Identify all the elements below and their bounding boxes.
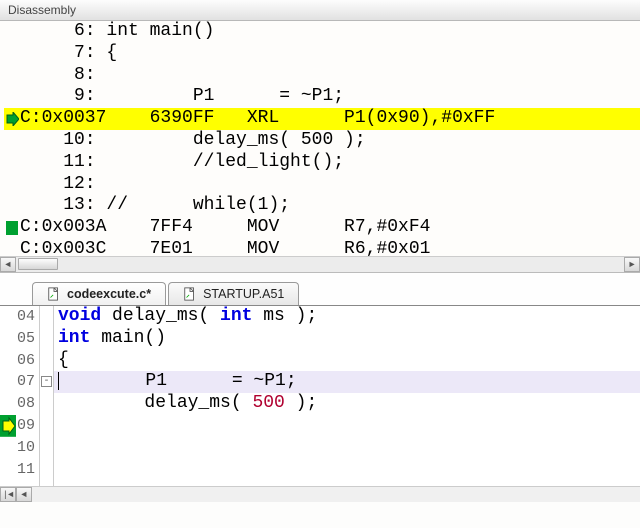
line-number: 11	[0, 459, 39, 481]
code-area[interactable]: void delay_ms( int ms );int main(){ P1 =…	[54, 306, 640, 486]
disasm-line[interactable]: C:0x003C 7E01 MOV R6,#0x01	[4, 239, 640, 256]
code-line[interactable]: {	[54, 350, 640, 372]
disassembly-title: Disassembly	[0, 0, 640, 21]
scroll-thumb[interactable]	[18, 258, 58, 270]
file-icon	[183, 287, 197, 301]
fold-toggle-icon[interactable]: -	[41, 376, 52, 387]
code-line[interactable]: delay_ms( 500 );	[54, 393, 640, 415]
disasm-line[interactable]: 13: // while(1);	[4, 195, 640, 217]
source-editor[interactable]: 0405060708091011 - void delay_ms( int ms…	[0, 306, 640, 486]
current-line-arrow-icon	[0, 415, 16, 437]
tab-startup-a51[interactable]: STARTUP.A51	[168, 282, 299, 305]
editor-tabbar: codeexcute.c* STARTUP.A51	[0, 272, 640, 306]
disasm-line[interactable]: 7: {	[4, 43, 640, 65]
editor-scrollbar[interactable]: |◄ ◄	[0, 486, 640, 502]
current-line-arrow-icon	[4, 108, 20, 130]
scroll-left-button[interactable]: |◄	[0, 487, 16, 502]
code-line[interactable]: int main()	[54, 328, 640, 350]
disasm-line[interactable]: 10: delay_ms( 500 );	[4, 130, 640, 152]
code-line[interactable]: void delay_ms( int ms );	[54, 306, 640, 328]
disassembly-scrollbar[interactable]: ◄ ►	[0, 256, 640, 272]
scroll-left-step-button[interactable]: ◄	[16, 487, 32, 502]
scroll-track[interactable]	[16, 257, 624, 272]
disasm-line[interactable]: C:0x003A 7FF4 MOV R7,#0xF4	[4, 217, 640, 239]
line-number: 04	[0, 306, 39, 328]
line-number: 10	[0, 437, 39, 459]
disasm-line[interactable]: 8:	[4, 65, 640, 87]
scroll-right-button[interactable]: ►	[624, 257, 640, 272]
tab-label: STARTUP.A51	[203, 287, 284, 301]
line-number: 07	[0, 371, 39, 393]
tab-codeexcute-c-[interactable]: codeexcute.c*	[32, 282, 166, 305]
code-line[interactable]: P1 = ~P1;	[54, 371, 640, 393]
disasm-line[interactable]: 12:	[4, 174, 640, 196]
fold-gutter[interactable]: -	[40, 306, 54, 486]
line-number: 05	[0, 328, 39, 350]
disasm-line[interactable]: C:0x0037 6390FF XRL P1(0x90),#0xFF	[4, 108, 640, 130]
disasm-line[interactable]: 9: P1 = ~P1;	[4, 86, 640, 108]
scroll-left-button[interactable]: ◄	[0, 257, 16, 272]
tab-label: codeexcute.c*	[67, 287, 151, 301]
line-number: 08	[0, 393, 39, 415]
breakpoint-marker-icon	[4, 217, 20, 239]
disassembly-view[interactable]: 6: int main() 7: { 8: 9: P1 = ~P1; C:0x0…	[0, 21, 640, 256]
disasm-line[interactable]: 11: //led_light();	[4, 152, 640, 174]
file-icon	[47, 287, 61, 301]
line-number-gutter: 0405060708091011	[0, 306, 40, 486]
disasm-line[interactable]: 6: int main()	[4, 21, 640, 43]
line-number: 06	[0, 350, 39, 372]
